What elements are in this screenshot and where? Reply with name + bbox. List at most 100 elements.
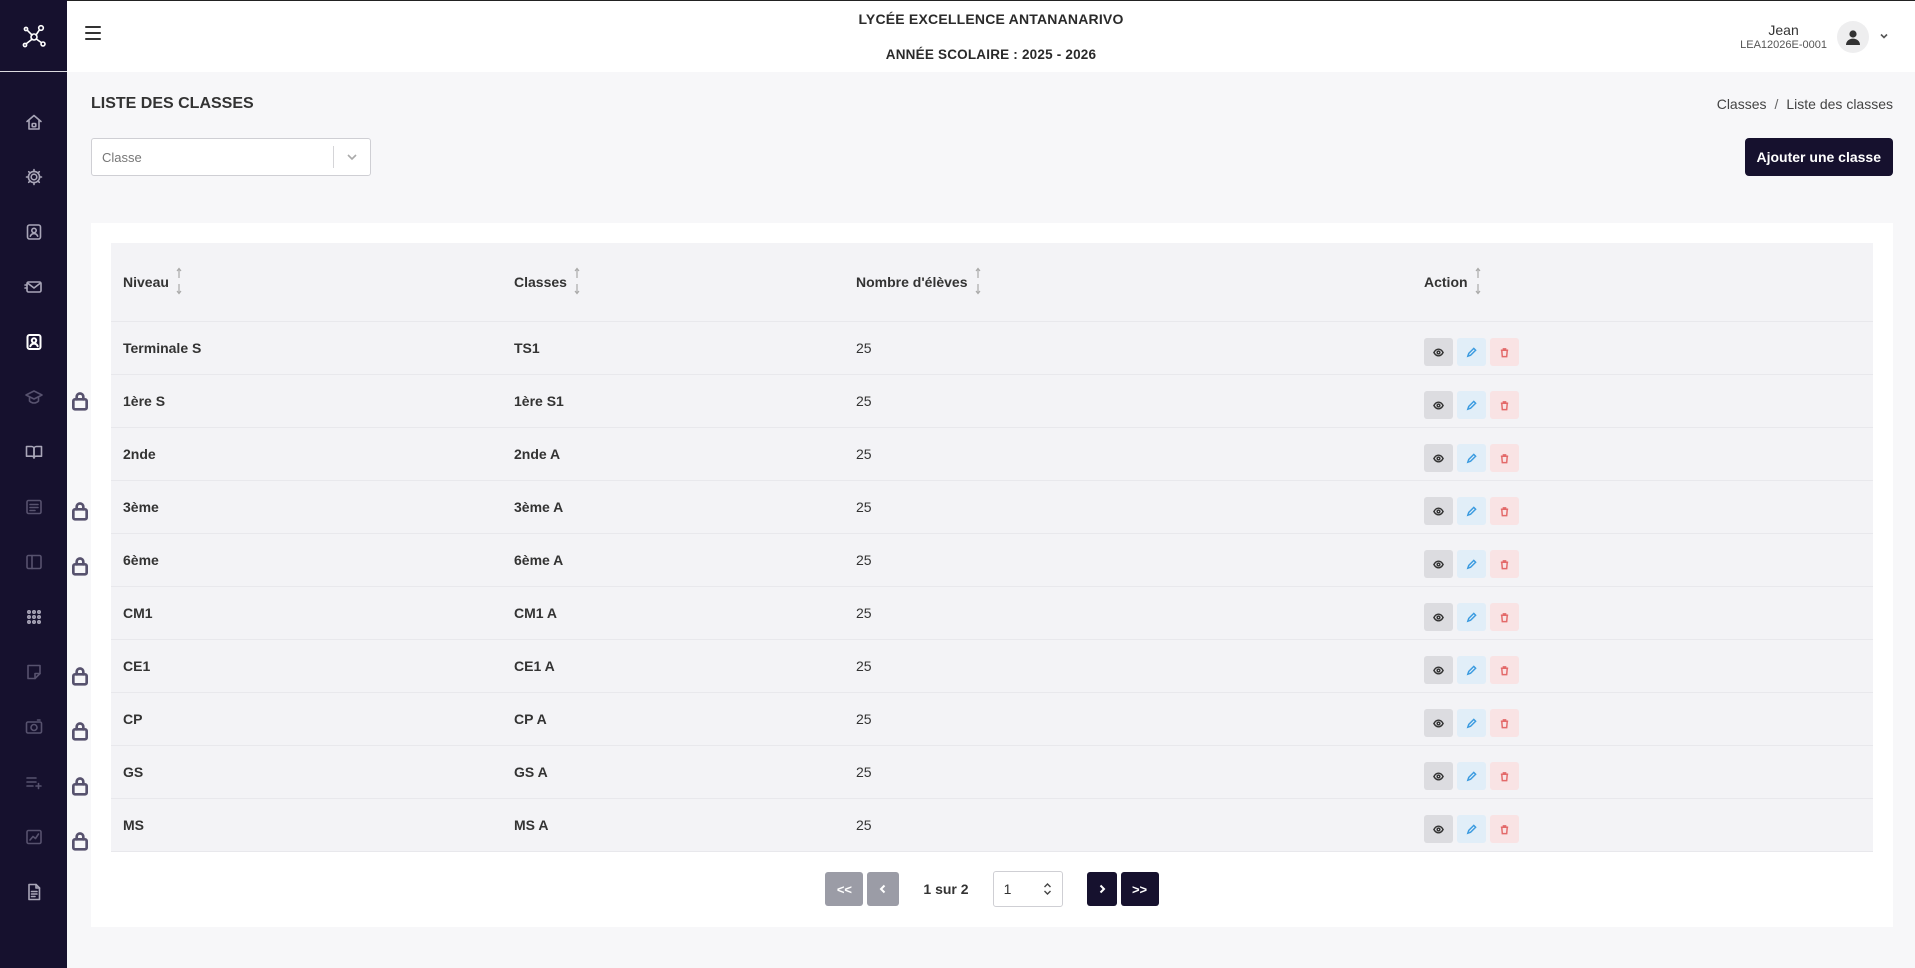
view-button[interactable] bbox=[1424, 656, 1453, 684]
sidebar-item-list-add[interactable] bbox=[0, 754, 88, 809]
graduation-cap-icon bbox=[24, 389, 43, 404]
eye-icon bbox=[1433, 347, 1444, 357]
table-row: GS GS A 25 bbox=[111, 746, 1873, 799]
breadcrumb-separator: / bbox=[1774, 96, 1779, 112]
chevron-down-icon[interactable] bbox=[1879, 28, 1889, 46]
edit-button[interactable] bbox=[1457, 603, 1486, 631]
chevron-down-icon[interactable] bbox=[334, 151, 370, 163]
sidebar-item-id-badge[interactable] bbox=[0, 204, 67, 259]
column-header-nombre-eleves[interactable]: Nombre d'élèves bbox=[856, 265, 982, 300]
cell-niveau: 3ème bbox=[123, 499, 159, 515]
breadcrumb-item-classes[interactable]: Classes bbox=[1717, 96, 1767, 112]
sidebar-item-grid[interactable] bbox=[0, 589, 67, 644]
sidebar-item-sidebar-panel[interactable] bbox=[0, 534, 88, 589]
page-number-input[interactable]: 1 bbox=[992, 871, 1063, 907]
lock-icon bbox=[70, 776, 88, 796]
edit-button[interactable] bbox=[1457, 550, 1486, 578]
sidebar-item-chart-line[interactable] bbox=[0, 809, 88, 864]
school-name: LYCÉE EXCELLENCE ANTANANARIVO bbox=[858, 11, 1124, 27]
classes-table: Niveau Classes Nombre d'élèves Action Te… bbox=[111, 243, 1873, 852]
view-button[interactable] bbox=[1424, 338, 1453, 366]
row-actions bbox=[1424, 497, 1519, 525]
cell-niveau: MS bbox=[123, 817, 144, 833]
first-page-button[interactable]: << bbox=[825, 872, 864, 906]
delete-button[interactable] bbox=[1490, 550, 1519, 578]
view-button[interactable] bbox=[1424, 550, 1453, 578]
avatar[interactable] bbox=[1837, 21, 1869, 53]
pencil-icon bbox=[1466, 346, 1477, 357]
view-button[interactable] bbox=[1424, 444, 1453, 472]
id-badge-icon bbox=[26, 223, 41, 240]
user-id: LEA12026E-0001 bbox=[1740, 38, 1827, 51]
delete-button[interactable] bbox=[1490, 497, 1519, 525]
delete-button[interactable] bbox=[1490, 444, 1519, 472]
view-button[interactable] bbox=[1424, 709, 1453, 737]
class-filter-select[interactable]: Classe bbox=[91, 138, 371, 176]
row-actions bbox=[1424, 444, 1519, 472]
last-page-button[interactable]: >> bbox=[1120, 872, 1159, 906]
next-page-button[interactable] bbox=[1086, 872, 1117, 906]
view-button[interactable] bbox=[1424, 815, 1453, 843]
table-body: Terminale S TS1 25 1ère S 1ère S1 25 2nde 2nde … bbox=[111, 322, 1873, 852]
column-header-niveau[interactable]: Niveau bbox=[123, 265, 183, 300]
sort-icon[interactable] bbox=[974, 265, 982, 300]
pencil-icon bbox=[1466, 399, 1477, 410]
trash-icon bbox=[1500, 718, 1509, 728]
table-row: Terminale S TS1 25 bbox=[111, 322, 1873, 375]
home-icon bbox=[25, 114, 42, 130]
edit-button[interactable] bbox=[1457, 656, 1486, 684]
view-button[interactable] bbox=[1424, 497, 1453, 525]
sidebar-item-user-square[interactable] bbox=[0, 314, 67, 369]
cell-niveau: 6ème bbox=[123, 552, 159, 568]
edit-button[interactable] bbox=[1457, 497, 1486, 525]
view-button[interactable] bbox=[1424, 391, 1453, 419]
table-row: CM1 CM1 A 25 bbox=[111, 587, 1873, 640]
eye-icon bbox=[1433, 453, 1444, 463]
sidebar-item-camera[interactable] bbox=[0, 699, 88, 754]
sidebar-item-mail[interactable] bbox=[0, 259, 67, 314]
edit-button[interactable] bbox=[1457, 709, 1486, 737]
column-header-action[interactable]: Action bbox=[1424, 265, 1482, 300]
user-menu[interactable]: Jean LEA12026E-0001 bbox=[1740, 21, 1889, 53]
delete-button[interactable] bbox=[1490, 603, 1519, 631]
user-avatar-icon bbox=[1846, 30, 1860, 45]
sort-icon[interactable] bbox=[573, 265, 581, 300]
sidebar-item-note[interactable] bbox=[0, 644, 88, 699]
delete-button[interactable] bbox=[1490, 815, 1519, 843]
edit-button[interactable] bbox=[1457, 444, 1486, 472]
stepper-icon[interactable] bbox=[1043, 882, 1052, 896]
sidebar-item-document-lines[interactable] bbox=[0, 479, 88, 534]
book-open-icon bbox=[25, 445, 42, 459]
sidebar-item-book-open[interactable] bbox=[0, 424, 67, 479]
delete-button[interactable] bbox=[1490, 391, 1519, 419]
sort-icon[interactable] bbox=[175, 265, 183, 300]
network-logo-icon bbox=[22, 24, 46, 47]
edit-button[interactable] bbox=[1457, 338, 1486, 366]
delete-button[interactable] bbox=[1490, 762, 1519, 790]
delete-button[interactable] bbox=[1490, 338, 1519, 366]
column-header-classes[interactable]: Classes bbox=[514, 265, 581, 300]
delete-button[interactable] bbox=[1490, 656, 1519, 684]
trash-icon bbox=[1500, 665, 1509, 675]
sidebar-item-graduation-cap[interactable] bbox=[0, 369, 88, 424]
app-logo[interactable] bbox=[0, 0, 67, 72]
add-class-button[interactable]: Ajouter une classe bbox=[1744, 138, 1893, 176]
view-button[interactable] bbox=[1424, 762, 1453, 790]
sidebar-item-file-text[interactable] bbox=[0, 864, 67, 919]
sidebar-item-gear[interactable] bbox=[0, 149, 67, 204]
camera-icon bbox=[25, 718, 42, 734]
sidebar-panel-icon bbox=[25, 554, 42, 569]
sidebar-item-home[interactable] bbox=[0, 94, 67, 149]
school-header: LYCÉE EXCELLENCE ANTANANARIVO ANNÉE SCOL… bbox=[67, 11, 1915, 62]
delete-button[interactable] bbox=[1490, 709, 1519, 737]
cell-niveau: GS bbox=[123, 764, 144, 780]
edit-button[interactable] bbox=[1457, 391, 1486, 419]
view-button[interactable] bbox=[1424, 603, 1453, 631]
cell-nombre-eleves: 25 bbox=[856, 446, 872, 462]
row-actions bbox=[1424, 603, 1519, 631]
prev-page-button[interactable] bbox=[867, 872, 900, 906]
edit-button[interactable] bbox=[1457, 815, 1486, 843]
edit-button[interactable] bbox=[1457, 762, 1486, 790]
sort-icon[interactable] bbox=[1474, 265, 1482, 300]
table-row: 6ème 6ème A 25 bbox=[111, 534, 1873, 587]
